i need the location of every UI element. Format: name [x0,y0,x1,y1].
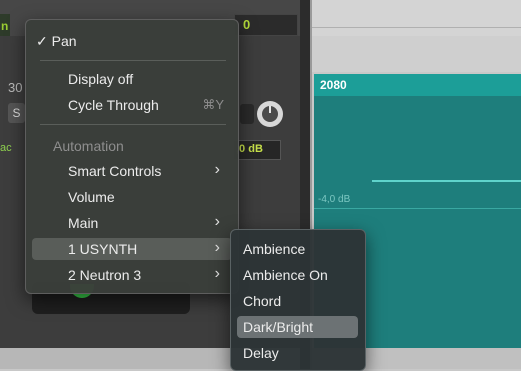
region-title: 2080 [320,78,347,92]
chevron-right-icon: › [214,213,220,230]
menu-item-usynth[interactable]: 1 USYNTH › [32,238,232,260]
automation-popup-menu: ✓ Pan Display off Cycle Through ⌘Y Autom… [25,19,239,294]
submenu-item-ambience[interactable]: Ambience [237,238,358,260]
menu-item-label: 1 USYNTH [68,241,138,257]
menu-item-smart-controls[interactable]: Smart Controls › [32,160,232,182]
menu-item-cycle-through[interactable]: Cycle Through ⌘Y [32,94,232,116]
submenu-item-ambience-on[interactable]: Ambience On [237,264,358,286]
submenu-item-chord[interactable]: Chord [237,290,358,312]
menu-item-label: Main [68,215,99,231]
menu-item-pan[interactable]: ✓ Pan [32,30,232,52]
submenu-item-label: Delay [243,345,279,361]
menu-item-label: Cycle Through [68,97,159,113]
chevron-right-icon: › [214,239,220,256]
menu-item-label: Volume [68,189,115,205]
channel-label: ac [0,142,12,154]
gain-readout: ,0 dB [236,143,263,155]
menu-item-volume[interactable]: Volume [32,186,232,208]
chevron-right-icon: › [214,265,220,282]
automation-section-header: Automation [53,138,124,154]
submenu-item-label: Dark/Bright [243,319,314,335]
submenu-item-label: Chord [243,293,282,309]
menu-item-neutron[interactable]: 2 Neutron 3 › [32,264,232,286]
submenu-item-dark-bright[interactable]: Dark/Bright [237,316,358,338]
automation-line[interactable] [372,180,521,182]
ruler-line [312,27,521,28]
menu-item-display-off[interactable]: Display off [32,68,232,90]
pan-knob-indicator [269,106,271,113]
usynth-parameter-submenu: Ambience Ambience On Chord Dark/Bright D… [230,229,366,371]
track-lane [312,36,521,72]
channel-value: 30 [8,80,23,95]
menu-item-label: Smart Controls [68,163,162,179]
menu-item-pan-label: ✓ Pan [36,33,77,49]
shortcut-label: ⌘Y [202,97,224,112]
menu-item-main[interactable]: Main › [32,212,232,234]
track-letter: n [1,19,9,33]
menu-separator [40,60,226,61]
timeline-ruler[interactable] [312,0,521,36]
menu-separator [40,124,226,125]
submenu-item-label: Ambience On [243,267,328,283]
region-guide-line [314,208,521,209]
menu-item-label: Display off [68,71,134,87]
submenu-item-label: Ambience [243,241,306,257]
chevron-right-icon: › [214,161,220,178]
automation-value-label: -4,0 dB [318,194,351,205]
value-readout: 0 [243,17,251,32]
menu-item-label: 2 Neutron 3 [68,267,142,283]
channel-small-button[interactable] [240,104,254,124]
submenu-item-delay[interactable]: Delay [237,342,358,364]
solo-button[interactable]: S [8,103,25,123]
